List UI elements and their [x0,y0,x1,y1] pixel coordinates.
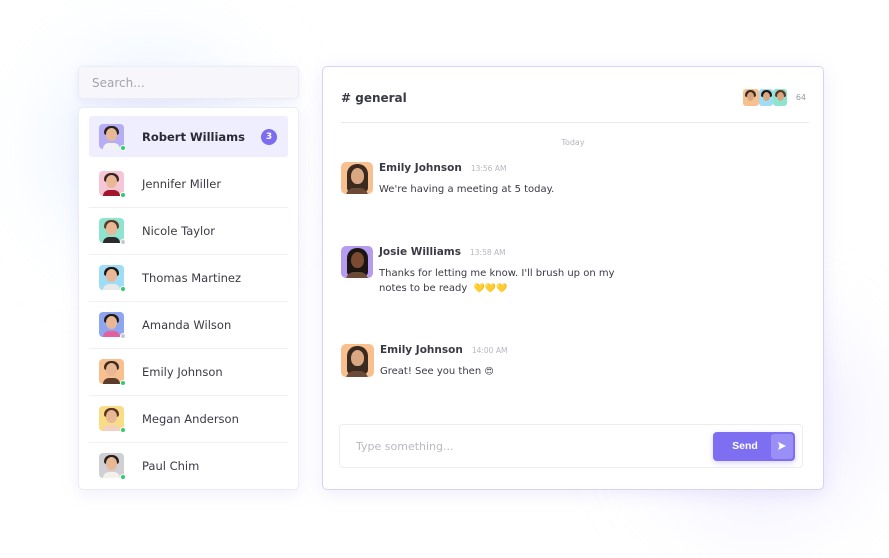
avatar [99,124,126,151]
member-avatar [758,89,773,106]
message: Emily Johnson 14:00 AM Great! See you th… [341,344,507,380]
avatar [99,171,126,198]
avatar [341,246,373,278]
message-author: Josie Williams [379,246,462,258]
message-author: Emily Johnson [379,162,462,174]
contact-name: Robert Williams [142,129,246,144]
contact-item[interactable]: Jennifer Miller [89,163,288,204]
contact-name: Paul Chim [142,458,200,473]
online-status-dot [120,427,126,433]
avatar [341,162,373,194]
contact-list: Robert Williams 3 Jennifer Miller Nicole… [78,107,299,490]
member-avatar-stack [742,89,787,106]
avatar [99,265,126,292]
avatar [99,312,126,339]
contact-item[interactable]: Amanda Wilson [89,301,288,345]
avatar [99,453,126,480]
member-avatar [772,89,787,106]
message: Josie Williams 13:58 AM Thanks for letti… [341,246,619,297]
offline-status-dot [120,239,126,245]
contact-name: Amanda Wilson [142,317,232,332]
online-status-dot [120,286,126,292]
avatar [99,359,126,386]
contact-item[interactable]: Robert Williams 3 [89,116,288,157]
message-timestamp: 14:00 AM [471,346,508,355]
contact-item[interactable]: Paul Chim [89,442,288,486]
heart-emoji: 💛💛💛 [473,284,508,294]
message-timestamp: 13:56 AM [470,164,507,173]
contact-name: Jennifer Miller [142,176,222,191]
heart-eyes-emoji: 😍 [484,367,494,377]
search-input[interactable] [79,67,298,98]
member-count: 64 [795,93,806,102]
online-status-dot [120,192,126,198]
chat-panel: # general 64 Today Emily Johnson 13:56 A… [322,66,824,490]
contact-name: Nicole Taylor [142,223,216,238]
contact-name: Thomas Martinez [142,270,242,285]
contact-item[interactable]: Nicole Taylor [89,207,288,251]
contact-item[interactable]: Megan Anderson [89,395,288,439]
chat-header: # general 64 [341,85,809,123]
send-label: Send [732,440,758,452]
offline-status-dot [120,333,126,339]
date-separator: Today [561,138,585,147]
member-avatar [742,89,759,106]
message: Emily Johnson 13:56 AM We're having a me… [341,162,554,197]
contact-item[interactable]: Thomas Martinez [89,254,288,298]
contact-name: Megan Anderson [142,411,239,426]
online-status-dot [120,474,126,480]
message-text: We're having a meeting at 5 today. [379,184,555,195]
send-button[interactable]: Send [713,431,795,461]
message-input[interactable] [356,439,713,453]
message-author: Emily Johnson [380,344,463,356]
message-timestamp: 13:58 AM [470,248,506,257]
search-box[interactable] [78,66,299,99]
channel-members[interactable]: 64 [742,85,809,106]
contact-name: Emily Johnson [142,364,223,379]
contact-item[interactable]: Emily Johnson [89,348,288,392]
unread-badge: 3 [261,128,277,145]
message-composer: Send [339,424,803,468]
avatar [99,218,126,245]
avatar [341,344,374,377]
message-text: Great! See you then [380,366,482,377]
send-arrow-icon [771,433,793,459]
avatar [99,406,126,433]
online-status-dot [120,380,126,386]
channel-title: # general [341,91,407,105]
online-status-dot [120,145,126,151]
